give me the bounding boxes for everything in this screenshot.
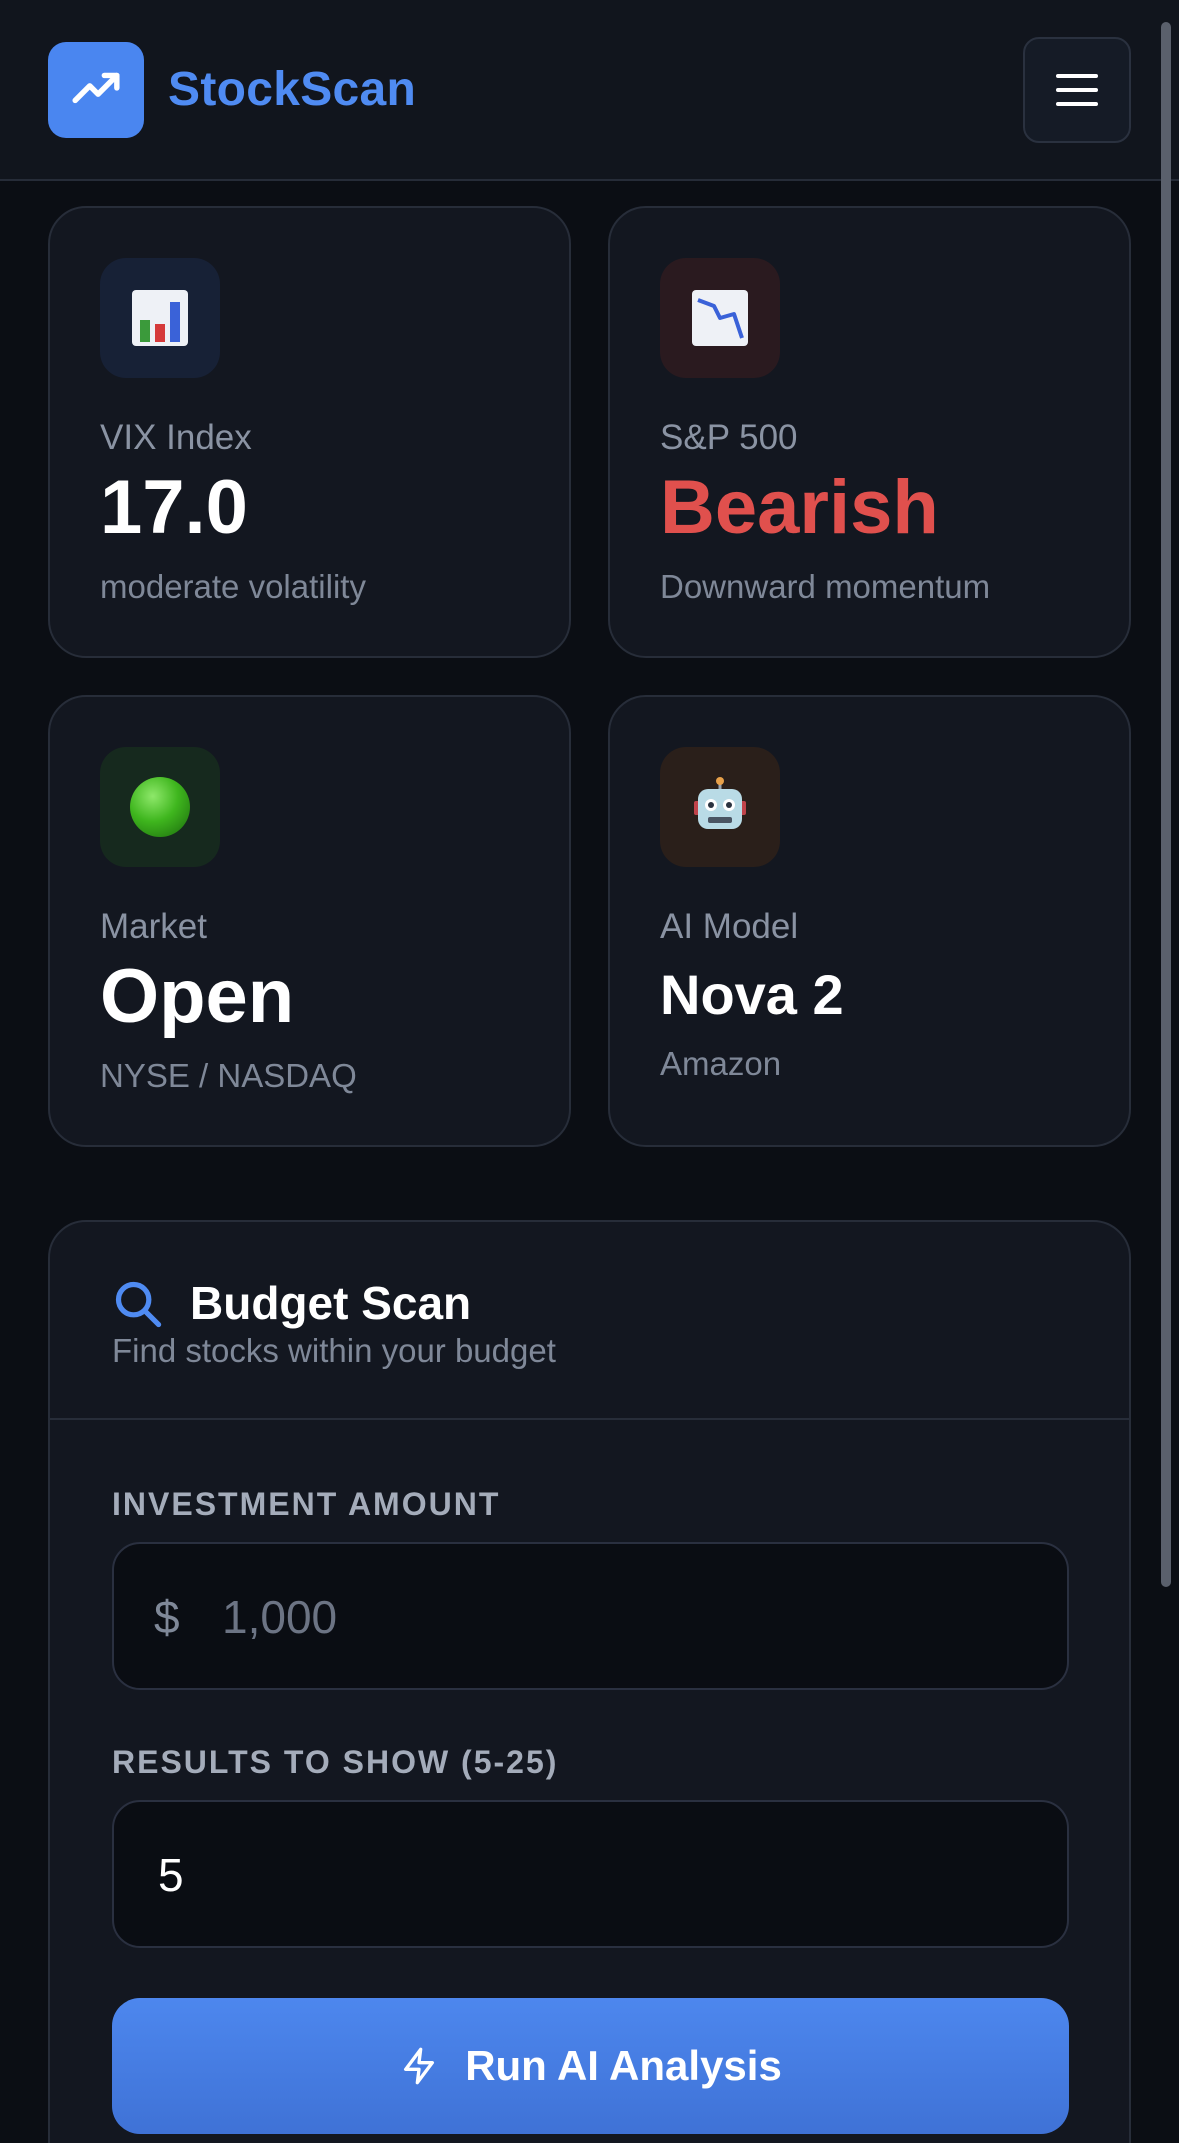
green-circle-icon xyxy=(100,747,220,867)
bar-chart-icon xyxy=(100,258,220,378)
lightning-icon xyxy=(404,2047,435,2085)
ai-model-label: AI Model xyxy=(660,907,799,946)
panel-subtitle: Find stocks within your budget xyxy=(112,1332,556,1369)
ai-model-value: Nova 2 xyxy=(660,963,844,1026)
investment-amount-label: INVESTMENT AMOUNT xyxy=(112,1486,501,1522)
market-subtext: NYSE / NASDAQ xyxy=(100,1057,357,1094)
market-label: Market xyxy=(100,907,207,946)
results-count-field[interactable]: 5 xyxy=(112,1800,1069,1948)
sp500-subtext: Downward momentum xyxy=(660,568,991,605)
search-icon xyxy=(115,1281,162,1328)
run-button-label: Run AI Analysis xyxy=(465,2042,782,2089)
investment-amount-field[interactable]: $ xyxy=(112,1542,1069,1690)
app-screen: StockScan VIX Index 17.0 moderate volati… xyxy=(0,0,1179,2143)
results-to-show-label: RESULTS TO SHOW (5-25) xyxy=(112,1744,559,1780)
market-value: Open xyxy=(100,954,295,1039)
scrollbar[interactable] xyxy=(1161,22,1171,1587)
robot-icon xyxy=(660,747,780,867)
investment-amount-input[interactable] xyxy=(222,1582,1022,1652)
trending-up-icon[interactable] xyxy=(48,42,144,138)
market-card: Market Open NYSE / NASDAQ xyxy=(48,695,571,1147)
vix-subtext: moderate volatility xyxy=(100,568,366,605)
sp500-label: S&P 500 xyxy=(660,418,798,457)
vix-label: VIX Index xyxy=(100,418,252,457)
vix-card: VIX Index 17.0 moderate volatility xyxy=(48,206,571,658)
brand-name[interactable]: StockScan xyxy=(168,62,416,117)
hamburger-menu-icon[interactable] xyxy=(1023,37,1131,143)
currency-symbol: $ xyxy=(154,1591,180,1643)
panel-title: Budget Scan xyxy=(190,1277,472,1329)
vix-value: 17.0 xyxy=(100,465,248,550)
sp500-card: S&P 500 Bearish Downward momentum xyxy=(608,206,1131,658)
results-count-value[interactable]: 5 xyxy=(158,1848,184,1902)
ai-model-card: AI Model Nova 2 Amazon xyxy=(608,695,1131,1147)
run-ai-analysis-button[interactable]: Run AI Analysis xyxy=(112,1998,1069,2134)
budget-scan-panel: Budget Scan Find stocks within your budg… xyxy=(48,1220,1131,2143)
budget-scan-header: Budget Scan Find stocks within your budg… xyxy=(50,1222,1129,1420)
top-bar: StockScan xyxy=(0,0,1179,181)
chart-decreasing-icon xyxy=(660,258,780,378)
sp500-value: Bearish xyxy=(660,465,939,550)
ai-model-subtext: Amazon xyxy=(660,1045,782,1082)
